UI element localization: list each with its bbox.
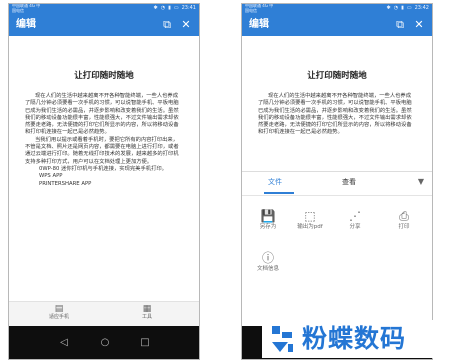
layers-icon[interactable]: ⧉: [392, 16, 408, 33]
layers-icon[interactable]: ⧉: [159, 16, 175, 33]
action-label: 输出为pdf: [297, 224, 323, 230]
tab-view[interactable]: 查看: [342, 176, 356, 188]
save-as-icon: 💾: [260, 209, 276, 223]
document-title: 让打印随时随地: [74, 71, 134, 81]
doc-paragraph: 0WP-80 迷你打印机与手机连接，实现完美手机打印。: [39, 165, 167, 172]
status-time: 23:42: [414, 5, 429, 11]
recents-icon[interactable]: □: [137, 336, 153, 350]
active-tab-indicator: [264, 192, 294, 194]
share-button[interactable]: ⋰ 分享: [335, 209, 375, 231]
sheet-tabs: 文件 查看 ▼: [242, 172, 432, 196]
export-pdf-icon: ⬚: [304, 209, 316, 223]
chevron-down-icon[interactable]: ▼: [418, 177, 424, 187]
phone-left: 中国联通 4G 中国电信 ✱ ◔ ▮ ▭ 23:41 编辑 ⧉ ✕ 让打印随时随…: [8, 3, 200, 360]
info-icon: ⓘ: [261, 251, 274, 265]
fit-phone-button[interactable]: ▤ 适应手机: [29, 304, 89, 321]
app-header: 编辑 ⧉ ✕: [242, 13, 432, 36]
watermark-logo: [272, 326, 293, 352]
battery-icon: ▭: [406, 5, 412, 11]
action-label: 另存为: [259, 224, 277, 230]
doc-paragraph: 现在人们的生活中越来越离不开各种智能终端，一些人也养成了隔几分钟必须要看一次手机…: [25, 93, 179, 136]
close-icon[interactable]: ✕: [411, 16, 427, 33]
status-time: 23:41: [181, 5, 196, 11]
document-body: 让打印随时随地 现在人们的生活中越来越离不开各种智能终端，一些人也养成了隔几分钟…: [25, 44, 183, 188]
carrier-text: 中国联通 4G 中国电信: [245, 3, 274, 13]
doc-paragraph: WPS APP: [39, 173, 63, 180]
android-nav-bar: ◁ ○ □: [9, 326, 199, 359]
action-label: 打印: [398, 224, 410, 230]
signal-icon: ▮: [168, 5, 171, 11]
export-pdf-button[interactable]: ⬚ 输出为pdf: [290, 209, 330, 231]
print-icon: ⎙: [399, 209, 409, 223]
action-label: 文档信息: [256, 266, 279, 272]
doc-paragraph: PRINTERSHARE APP: [39, 180, 92, 187]
battery-icon: ▭: [173, 5, 179, 11]
home-icon[interactable]: ○: [97, 336, 113, 350]
bluetooth-icon: ✱: [153, 5, 158, 11]
watermark: 粉蝶数码: [262, 320, 450, 358]
tool-label: 工具: [141, 314, 152, 320]
bottom-toolbar: ▤ 适应手机 ▦ 工具: [9, 301, 199, 326]
status-bar: 中国联通 4G 中国电信 ✱ ◔ ▮ ▭ 23:42: [242, 4, 432, 13]
tab-file[interactable]: 文件: [268, 176, 282, 188]
doc-info-button[interactable]: ⓘ 文档信息: [248, 251, 288, 273]
wifi-icon: ◔: [160, 5, 166, 11]
app-title: 编辑: [249, 19, 269, 30]
fit-screen-icon: ▤: [54, 304, 64, 314]
document-title: 让打印随时随地: [307, 71, 367, 81]
close-icon[interactable]: ✕: [178, 16, 194, 33]
doc-paragraph: 现在人们的生活中越来越离不开各种智能终端，一些人也养成了隔几分钟必须要看一次手机…: [258, 93, 412, 136]
back-icon[interactable]: ◁: [56, 336, 72, 350]
tools-grid-icon: ▦: [142, 304, 152, 314]
app-header: 编辑 ⧉ ✕: [9, 13, 199, 36]
bluetooth-icon: ✱: [386, 5, 391, 11]
wifi-icon: ◔: [393, 5, 399, 11]
tools-button[interactable]: ▦ 工具: [117, 304, 177, 321]
save-as-button[interactable]: 💾 另存为: [248, 209, 288, 231]
app-title: 编辑: [16, 19, 36, 30]
share-icon: ⋰: [349, 209, 361, 223]
doc-paragraph: 当我们用以提示或看着手机时，要把它所有的内容打印出来，不管是文档、照片还是网页内…: [25, 136, 179, 165]
action-label: 分享: [349, 224, 361, 230]
carrier-text: 中国联通 4G 中国电信: [12, 3, 41, 13]
watermark-text: 粉蝶数码: [302, 324, 407, 353]
document-body: 让打印随时随地 现在人们的生活中越来越离不开各种智能终端，一些人也养成了隔几分钟…: [258, 44, 416, 170]
signal-icon: ▮: [401, 5, 404, 11]
print-button[interactable]: ⎙ 打印: [384, 209, 424, 231]
tool-label: 适应手机: [48, 314, 69, 320]
status-bar: 中国联通 4G 中国电信 ✱ ◔ ▮ ▭ 23:41: [9, 4, 199, 13]
file-menu-sheet: 文件 查看 ▼ 💾 另存为 ⬚ 输出为pdf ⋰ 分享 ⎙ 打印 ⓘ 文档信息: [242, 171, 432, 324]
phone-right: 中国联通 4G 中国电信 ✱ ◔ ▮ ▭ 23:42 编辑 ⧉ ✕ 让打印随时随…: [241, 3, 433, 360]
